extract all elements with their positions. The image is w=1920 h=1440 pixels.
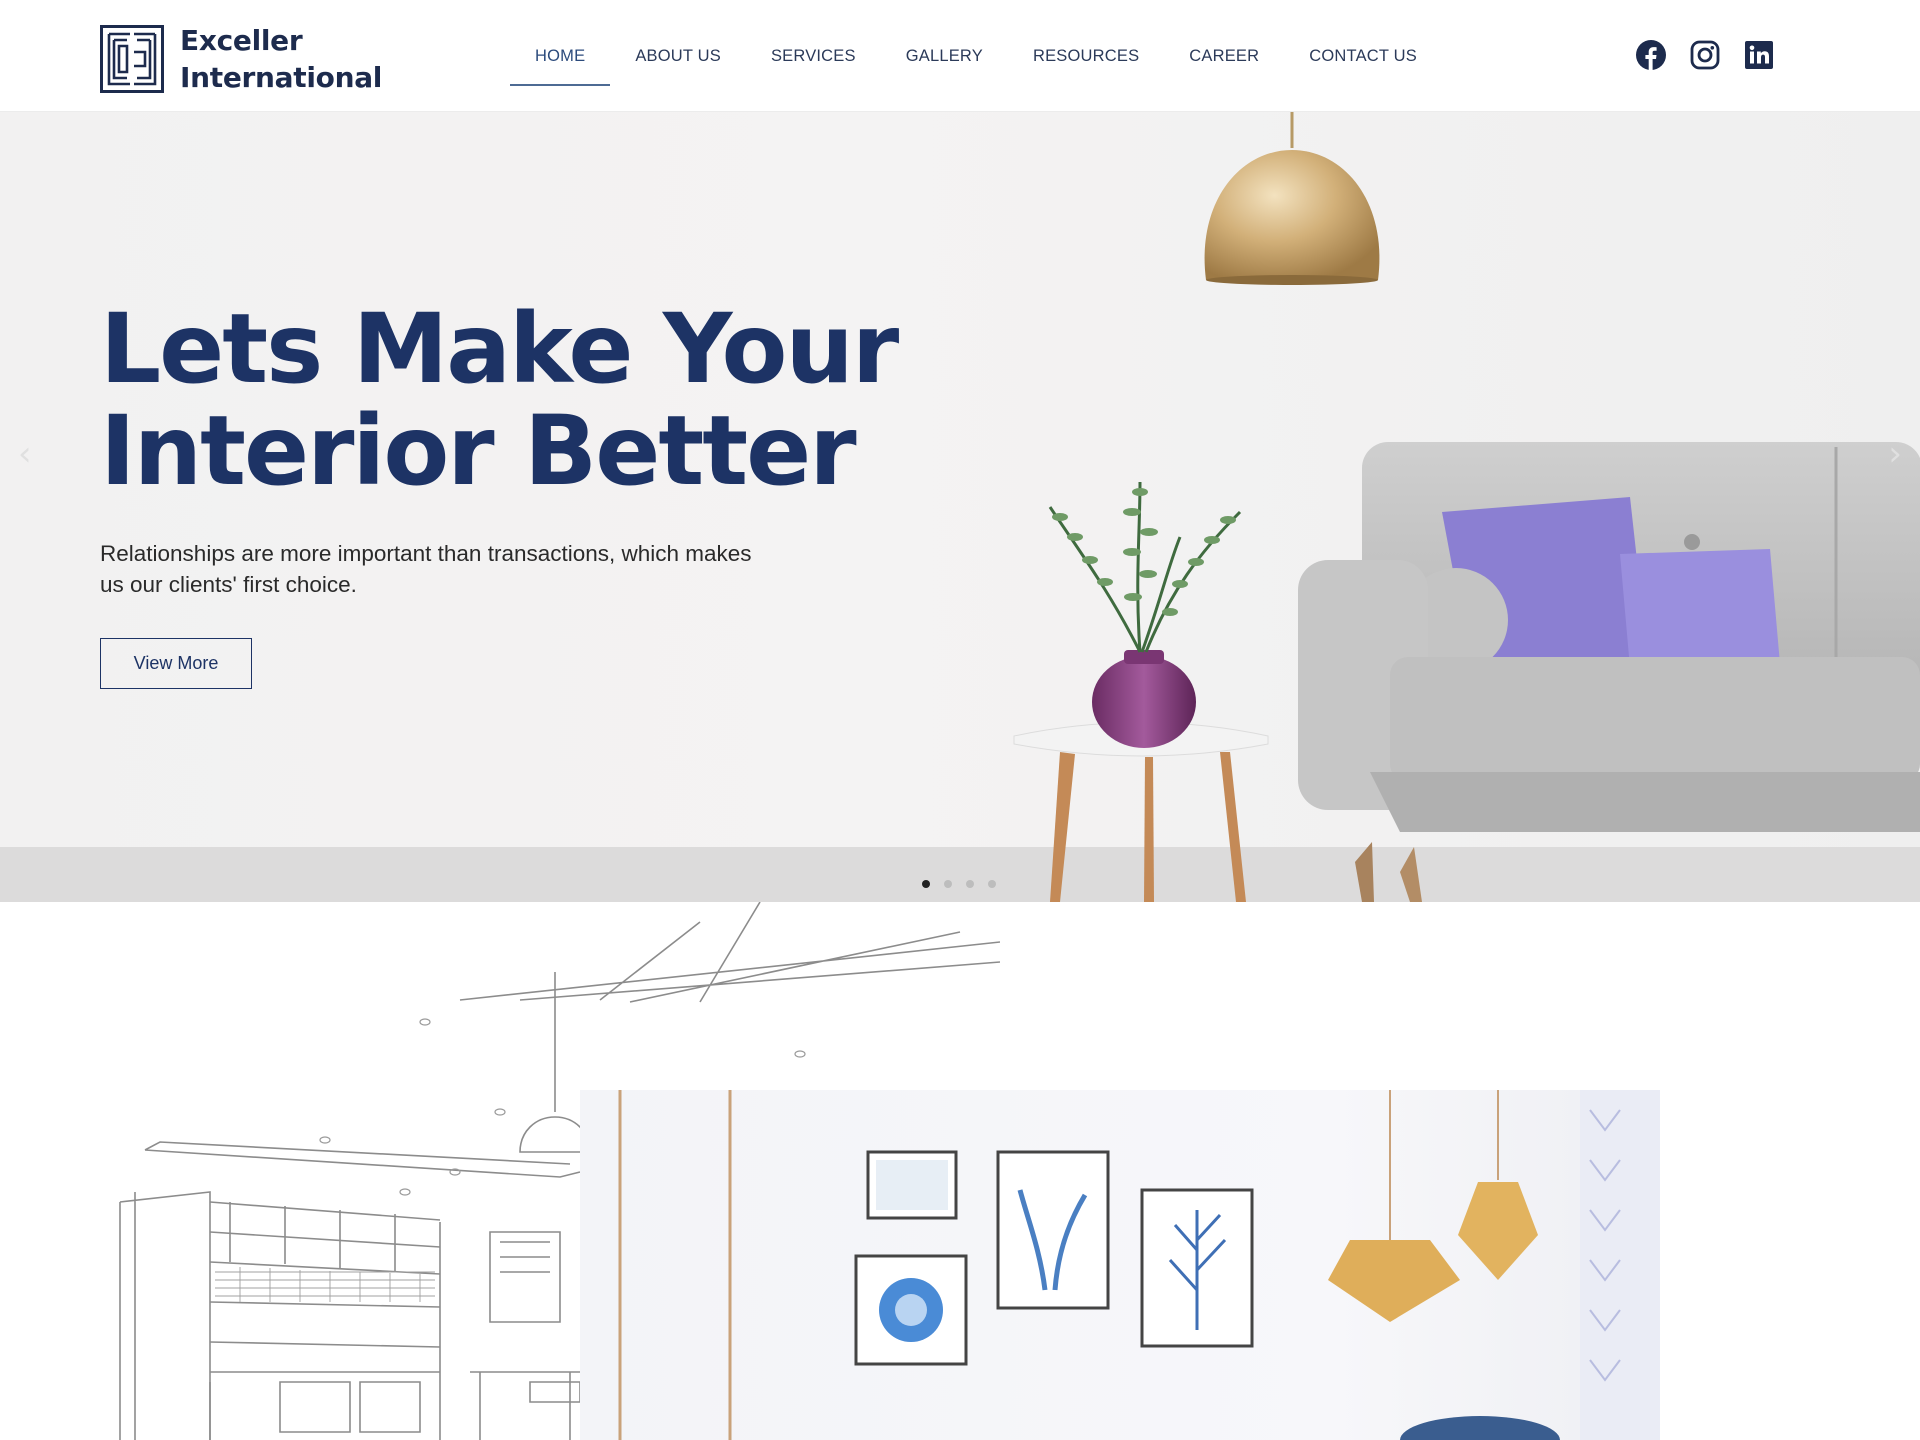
slide-dot-3[interactable] [966, 880, 974, 888]
view-more-button[interactable]: View More [100, 638, 252, 689]
linkedin-icon[interactable] [1744, 40, 1774, 70]
hero-title: Lets Make Your Interior Better [100, 293, 899, 507]
nav-item-resources[interactable]: RESOURCES [1008, 0, 1164, 112]
logo-mark-icon [100, 25, 164, 93]
nav-item-about-us[interactable]: ABOUT US [610, 0, 746, 112]
hero-subtitle: Relationships are more important than tr… [100, 541, 752, 597]
nav-item-gallery[interactable]: GALLERY [881, 0, 1008, 112]
slider-next-arrow-icon[interactable]: › [1888, 434, 1902, 474]
nav-item-contact-us[interactable]: CONTACT US [1284, 0, 1442, 112]
nav-item-career[interactable]: CAREER [1164, 0, 1284, 112]
brand-name-line2: International [180, 61, 383, 94]
site-header: Exceller International HOME ABOUT US SER… [0, 0, 1920, 112]
about-preview-section [0, 902, 1920, 1440]
brand-name-line1: Exceller [180, 24, 303, 57]
slider-pagination [922, 880, 996, 888]
slide-dot-2[interactable] [944, 880, 952, 888]
nav-item-home[interactable]: HOME [510, 0, 611, 112]
nav-item-services[interactable]: SERVICES [746, 0, 881, 112]
main-nav: HOME ABOUT US SERVICES GALLERY RESOURCES… [510, 0, 1442, 112]
slide-dot-4[interactable] [988, 880, 996, 888]
slide-dot-1[interactable] [922, 880, 930, 888]
living-room-photo [580, 1090, 1660, 1440]
brand-logo[interactable]: Exceller International [100, 22, 382, 96]
hero-title-line1: Lets Make Your [100, 293, 899, 405]
hero-slider: Lets Make Your Interior Better Relations… [0, 112, 1920, 902]
facebook-icon[interactable] [1636, 40, 1666, 70]
hero-background-image [0, 112, 1920, 902]
social-links [1636, 40, 1774, 70]
instagram-icon[interactable] [1690, 40, 1720, 70]
hero-title-line2: Interior Better [100, 395, 857, 507]
slider-prev-arrow-icon[interactable]: ‹ [18, 434, 32, 474]
living-room-photo-art [618, 1090, 1660, 1440]
